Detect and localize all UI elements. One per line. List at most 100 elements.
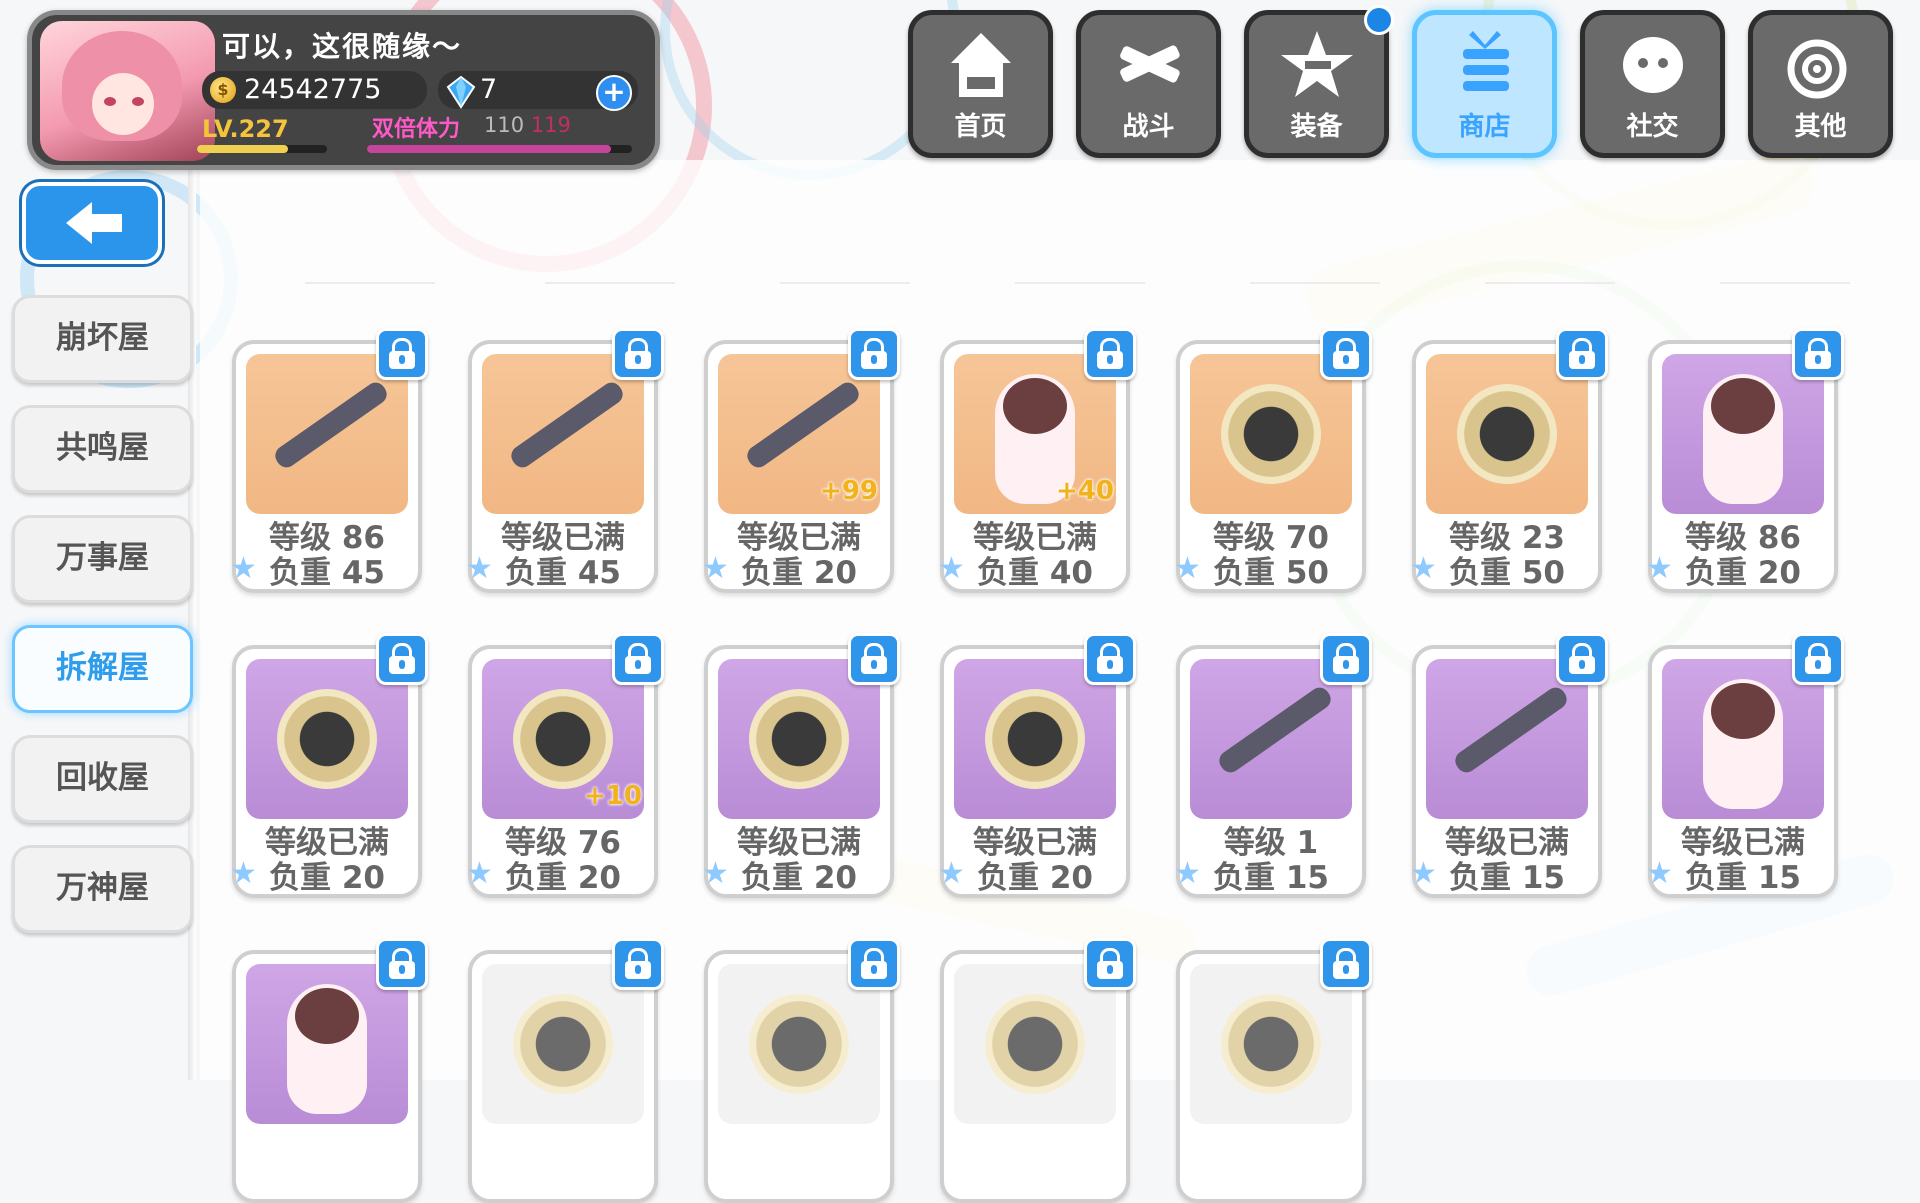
star-icon: ★ <box>1410 551 1437 586</box>
star-icon: ★ <box>1174 551 1201 586</box>
exp-bar <box>197 145 327 153</box>
item-card[interactable]: 等级 86 负重 20 ★ <box>1646 328 1844 593</box>
diamond-icon <box>446 75 476 109</box>
star-icon: ★ <box>938 856 965 891</box>
lock-icon[interactable] <box>376 938 428 990</box>
stamina-value: 110 119 <box>484 113 571 137</box>
item-card[interactable]: 等级已满 负重 20 ★ <box>938 633 1136 898</box>
item-card[interactable]: 等级已满 负重 20 ★ <box>230 633 428 898</box>
lock-icon[interactable] <box>848 328 900 380</box>
nav-button-0[interactable]: 首页 <box>908 10 1053 158</box>
item-card[interactable] <box>1176 938 1372 1203</box>
item-card[interactable]: 等级已满 负重 45 ★ <box>466 328 664 593</box>
sidebar-item-5[interactable]: 万神屋 <box>12 845 193 933</box>
lock-icon[interactable] <box>1792 328 1844 380</box>
nav-button-4[interactable]: 社交 <box>1580 10 1725 158</box>
lock-icon[interactable] <box>376 633 428 685</box>
nav-label: 装备 <box>1290 112 1343 142</box>
item-weight: 负重 45 <box>269 555 385 591</box>
item-card[interactable] <box>232 938 428 1203</box>
sidebar-item-3[interactable]: 拆解屋 <box>12 625 193 713</box>
item-card[interactable]: 等级 1 负重 15 ★ <box>1174 633 1372 898</box>
lock-icon[interactable] <box>1320 938 1372 990</box>
item-weight: 负重 20 <box>1685 555 1801 591</box>
item-card[interactable]: 等级已满 负重 15 ★ <box>1410 633 1608 898</box>
item-weight: 负重 50 <box>1449 555 1565 591</box>
lock-icon[interactable] <box>848 633 900 685</box>
nav-button-3[interactable]: 商店 <box>1412 10 1557 158</box>
item-card[interactable] <box>468 938 664 1203</box>
lock-icon[interactable] <box>612 328 664 380</box>
add-gems-button[interactable]: + <box>596 75 632 111</box>
item-weight: 负重 15 <box>1213 860 1329 896</box>
divider <box>1015 282 1145 284</box>
item-card[interactable]: 等级已满 负重 15 ★ <box>1646 633 1844 898</box>
item-card[interactable]: +10 等级 76 负重 20 ★ <box>466 633 664 898</box>
item-card[interactable] <box>940 938 1136 1203</box>
star-icon: ★ <box>1646 856 1673 891</box>
character-icon <box>1703 679 1783 809</box>
enhance-tag: +10 <box>584 781 642 811</box>
back-button[interactable] <box>22 182 162 264</box>
star-icon: ★ <box>230 856 257 891</box>
lock-icon[interactable] <box>848 938 900 990</box>
medal-icon <box>1221 994 1321 1094</box>
item-card[interactable]: 等级 70 负重 50 ★ <box>1174 328 1372 593</box>
nav-label: 战斗 <box>1122 112 1175 142</box>
sidebar-item-2[interactable]: 万事屋 <box>12 515 193 603</box>
divider <box>1720 282 1850 284</box>
lock-icon[interactable] <box>1556 328 1608 380</box>
coin-counter: $ 24542775 <box>202 71 427 109</box>
lock-icon[interactable] <box>376 328 428 380</box>
sidebar-item-1[interactable]: 共鸣屋 <box>12 405 193 493</box>
sidebar-item-4[interactable]: 回收屋 <box>12 735 193 823</box>
item-weight: 负重 15 <box>1685 860 1801 896</box>
stamina-max: 119 <box>530 113 571 137</box>
lock-icon[interactable] <box>1084 633 1136 685</box>
nav-button-2[interactable]: 装备 <box>1244 5 1394 158</box>
item-card[interactable] <box>704 938 900 1203</box>
divider <box>305 282 435 284</box>
weapon-icon <box>507 378 627 472</box>
item-weight: 负重 20 <box>741 860 857 896</box>
star-icon: ★ <box>1174 856 1201 891</box>
item-card[interactable]: +99 等级已满 负重 20 ★ <box>702 328 900 593</box>
nav-button-1[interactable]: 战斗 <box>1076 10 1221 158</box>
item-card[interactable]: 等级 86 负重 45 ★ <box>230 328 428 593</box>
player-panel[interactable]: 可以，这很随缘～ $ 24542775 7 + LV.227 双倍体力 110 … <box>27 10 660 170</box>
nav-label: 其他 <box>1794 112 1847 142</box>
player-level: LV.227 <box>202 115 289 143</box>
lock-icon[interactable] <box>1084 328 1136 380</box>
lock-icon[interactable] <box>1792 633 1844 685</box>
lock-icon[interactable] <box>1556 633 1608 685</box>
lock-icon[interactable] <box>1084 938 1136 990</box>
sidebar-item-0[interactable]: 崩坏屋 <box>12 295 193 383</box>
lock-icon[interactable] <box>612 633 664 685</box>
enhance-tag: +40 <box>1056 476 1114 506</box>
medal-icon <box>749 689 849 789</box>
exp-fill <box>197 145 288 153</box>
nav-label: 社交 <box>1626 112 1679 142</box>
medal-icon <box>985 994 1085 1094</box>
item-weight: 负重 20 <box>741 555 857 591</box>
divider <box>780 282 910 284</box>
stamina-current: 110 <box>484 113 525 137</box>
spiral-icon <box>1753 27 1888 105</box>
item-card[interactable]: 等级 23 负重 50 ★ <box>1410 328 1608 593</box>
ghost-face-icon <box>1585 27 1720 105</box>
nav-button-5[interactable]: 其他 <box>1748 10 1893 158</box>
lock-icon[interactable] <box>1320 328 1372 380</box>
item-card[interactable]: +40 等级已满 负重 40 ★ <box>938 328 1136 593</box>
stamina-fill <box>367 145 611 153</box>
avatar[interactable] <box>40 21 215 161</box>
item-weight: 负重 40 <box>977 555 1093 591</box>
lock-icon[interactable] <box>1320 633 1372 685</box>
item-card[interactable]: 等级已满 负重 20 ★ <box>702 633 900 898</box>
star-gun-icon <box>1249 27 1384 105</box>
lock-icon[interactable] <box>612 938 664 990</box>
item-weight: 负重 50 <box>1213 555 1329 591</box>
weapon-icon <box>1215 683 1335 777</box>
divider <box>1485 282 1615 284</box>
top-navigation: 首页 战斗 装备 商店 社交 其他 <box>908 5 1893 158</box>
back-arrow-icon <box>66 202 122 244</box>
